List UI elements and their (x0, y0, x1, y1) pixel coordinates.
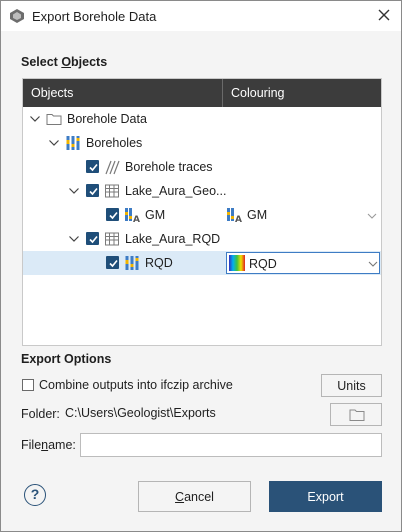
tree-row-gm[interactable]: A GM A GM (23, 203, 381, 227)
tree-label: RQD (145, 256, 173, 270)
chevron-down-icon[interactable] (68, 185, 80, 197)
borehole-traces-icon (105, 160, 120, 175)
tree-header: Objects Colouring (23, 79, 381, 107)
tree-row-borehole-data[interactable]: Borehole Data (23, 107, 381, 131)
tree-row-boreholes[interactable]: Boreholes (23, 131, 381, 155)
select-objects-label: Select Objects (21, 55, 108, 69)
folder-icon (46, 114, 62, 125)
export-button[interactable]: Export (269, 481, 382, 512)
app-logo-icon (10, 9, 24, 23)
objects-tree[interactable]: Objects Colouring Borehole Data Borehole… (22, 78, 382, 346)
rqd-colouring-select[interactable]: RQD (226, 252, 380, 274)
gm-colouring-select[interactable]: A GM (226, 203, 380, 227)
units-button[interactable]: Units (321, 374, 382, 397)
tree-row-rqd[interactable]: RQD RQD (23, 251, 381, 275)
chevron-down-icon[interactable] (29, 113, 41, 125)
tree-row-lake-aura-geo[interactable]: Lake_Aura_Geo... (23, 179, 381, 203)
category-column-icon: A (227, 208, 242, 223)
export-borehole-dialog: Export Borehole Data Select Objects Obje… (0, 0, 402, 532)
gm-colouring-value: GM (247, 208, 268, 222)
filename-input[interactable] (80, 433, 382, 457)
table-icon (105, 232, 119, 246)
numeric-column-icon (125, 256, 139, 270)
borehole-traces-checkbox[interactable] (86, 160, 99, 173)
boreholes-icon (66, 136, 80, 150)
chevron-down-icon[interactable] (48, 137, 60, 149)
export-options-label: Export Options (21, 352, 112, 366)
tree-row-borehole-traces[interactable]: Borehole traces (23, 155, 381, 179)
cancel-label: Cancel (175, 489, 214, 504)
table-icon (105, 184, 119, 198)
folder-icon (349, 409, 365, 421)
chevron-down-icon[interactable] (366, 210, 378, 222)
rqd-colouring-value: RQD (249, 257, 277, 271)
tree-row-lake-aura-rqd[interactable]: Lake_Aura_RQD (23, 227, 381, 251)
chevron-down-icon[interactable] (367, 258, 379, 270)
lake-aura-rqd-checkbox[interactable] (86, 232, 99, 245)
cancel-button[interactable]: Cancel (138, 481, 251, 512)
colour-gradient-icon (229, 255, 245, 271)
gm-checkbox[interactable] (106, 208, 119, 221)
filename-label: Filename: (21, 438, 76, 452)
folder-label: Folder: (21, 407, 60, 421)
help-icon[interactable]: ? (24, 484, 46, 506)
tree-label: Lake_Aura_Geo... (125, 184, 227, 198)
svg-text:A: A (133, 215, 140, 223)
category-column-icon: A (125, 208, 140, 223)
chevron-down-icon[interactable] (68, 233, 80, 245)
combine-ifczip-label[interactable]: Combine outputs into ifczip archive (39, 378, 233, 392)
column-colouring[interactable]: Colouring (231, 86, 285, 100)
window-title: Export Borehole Data (32, 9, 157, 24)
tree-label: Borehole Data (67, 112, 147, 126)
tree-label: Borehole traces (125, 160, 213, 174)
combine-ifczip-checkbox[interactable] (22, 379, 34, 391)
tree-label: GM (145, 208, 166, 222)
browse-folder-button[interactable] (330, 403, 382, 426)
rqd-checkbox[interactable] (106, 256, 119, 269)
tree-label: Boreholes (86, 136, 143, 150)
title-bar: Export Borehole Data (1, 1, 401, 31)
column-objects[interactable]: Objects (31, 86, 73, 100)
tree-label: Lake_Aura_RQD (125, 232, 221, 246)
lake-aura-geo-checkbox[interactable] (86, 184, 99, 197)
folder-path: C:\Users\Geologist\Exports (65, 406, 216, 420)
svg-text:A: A (235, 215, 242, 223)
close-icon[interactable] (376, 7, 392, 23)
